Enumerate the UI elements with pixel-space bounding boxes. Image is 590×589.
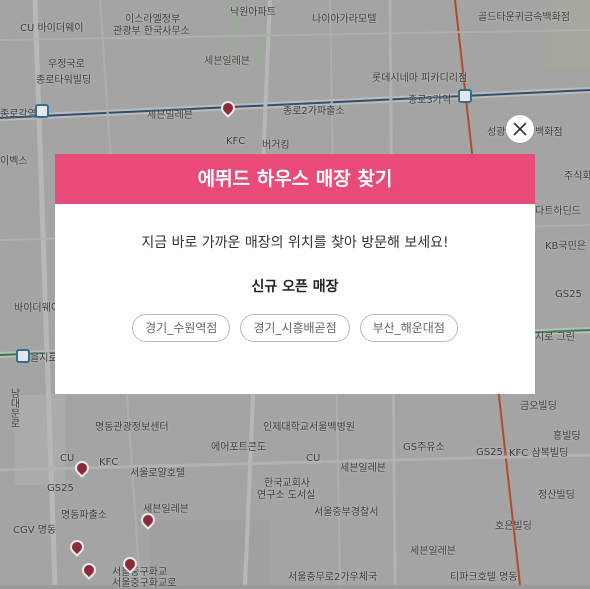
map-label: 골드타운귀금속백화점 (478, 12, 570, 23)
map-label: 종로타워빌딩 (36, 75, 92, 86)
map-label: GS주유소 (403, 442, 445, 453)
map-label: 성광 (487, 127, 506, 138)
store-finder-modal: 에뛰드 하우스 매장 찾기 지금 바로 가까운 매장의 위치를 찾아 방문해 보… (55, 154, 535, 394)
map-label: 버거킹 (262, 140, 290, 151)
map-label: 나이아가라모텔 (312, 14, 377, 25)
map-label: 세븐일레븐 (410, 546, 456, 557)
map-label: 종로각역 (0, 109, 37, 120)
map-label: 티파크호텔 명동 (450, 572, 518, 583)
map-label: 흥빌딩 (553, 431, 581, 442)
map-label: 금오빌딩 (520, 401, 557, 412)
subway-station-icon[interactable] (35, 104, 49, 118)
close-button[interactable] (505, 114, 535, 144)
map-label: 세븐일레븐 (340, 463, 386, 474)
map-label: 롯데시네마 피카디리점 (372, 73, 468, 84)
modal-description: 지금 바로 가까운 매장의 위치를 찾아 방문해 보세요! (141, 235, 449, 251)
map-label: KFC (226, 136, 246, 147)
map-label: KB국민은 (545, 241, 587, 252)
subway-station-icon[interactable] (16, 349, 30, 363)
map-label: 명동관광정보센터 (95, 422, 169, 433)
map-label: 명동파출소 (61, 510, 107, 521)
map-label: CU 바이더웨이 (20, 23, 84, 34)
map-label: KFC 삼복빌딩 (509, 448, 569, 459)
close-icon (513, 122, 527, 136)
map-label: KFC (99, 457, 119, 468)
map-label: CU (60, 453, 75, 464)
map-label: 백화점 (535, 127, 563, 138)
map-label: 관광부 한국사무소 (113, 26, 190, 37)
map-label: 지로 그린 (535, 332, 575, 343)
map-label: 이벡스 (0, 156, 28, 167)
map-label: 주식회 (564, 171, 590, 182)
map-label: 서울충무로2가우체국 (288, 572, 378, 583)
map-label: 우정국로 (48, 59, 85, 70)
map-label: CU (306, 453, 321, 464)
store-button[interactable]: 경기_수원역점 (132, 314, 231, 342)
map-label: CGV 명동 (13, 525, 57, 536)
map-label: 다트하딘드 (535, 206, 581, 217)
map-label: 인제대학교서울백병원 (263, 422, 355, 433)
map-label: 남대문로 (8, 388, 19, 428)
subway-station-icon[interactable] (458, 89, 472, 103)
map-label: 정산빌딩 (538, 490, 575, 501)
map-label: GS25 (555, 289, 582, 300)
store-button[interactable]: 부산_해운대점 (359, 314, 458, 342)
map-label: 세븐일레븐 (147, 110, 193, 121)
store-button[interactable]: 경기_시흥배곧점 (240, 314, 350, 342)
new-store-list: 경기_수원역점 경기_시흥배곧점 부산_해운대점 (55, 314, 535, 342)
new-stores-heading: 신규 오픈 매장 (251, 279, 339, 295)
modal-title: 에뛰드 하우스 매장 찾기 (55, 154, 535, 204)
map-label: 서울로얄호텔 (130, 468, 186, 479)
map-label: 서울중구화교로 (112, 578, 177, 589)
map-label: 연구소 도서실 (257, 490, 316, 501)
map-label: GS25 (47, 483, 74, 494)
map-label: 세븐일레븐 (204, 56, 250, 67)
map-label: 호은빌딩 (495, 521, 532, 532)
map-label: 서울중부경찰서 (314, 507, 379, 518)
map-label: 바이더웨이 (14, 303, 60, 314)
map-label: 낙원아파트 (230, 7, 276, 18)
map-label: 종로3가역 (408, 95, 452, 106)
map-label: 에어포트콘도 (211, 442, 267, 453)
map-label: GS25 (476, 447, 503, 458)
map-label: 종로2가파출소 (283, 106, 345, 117)
